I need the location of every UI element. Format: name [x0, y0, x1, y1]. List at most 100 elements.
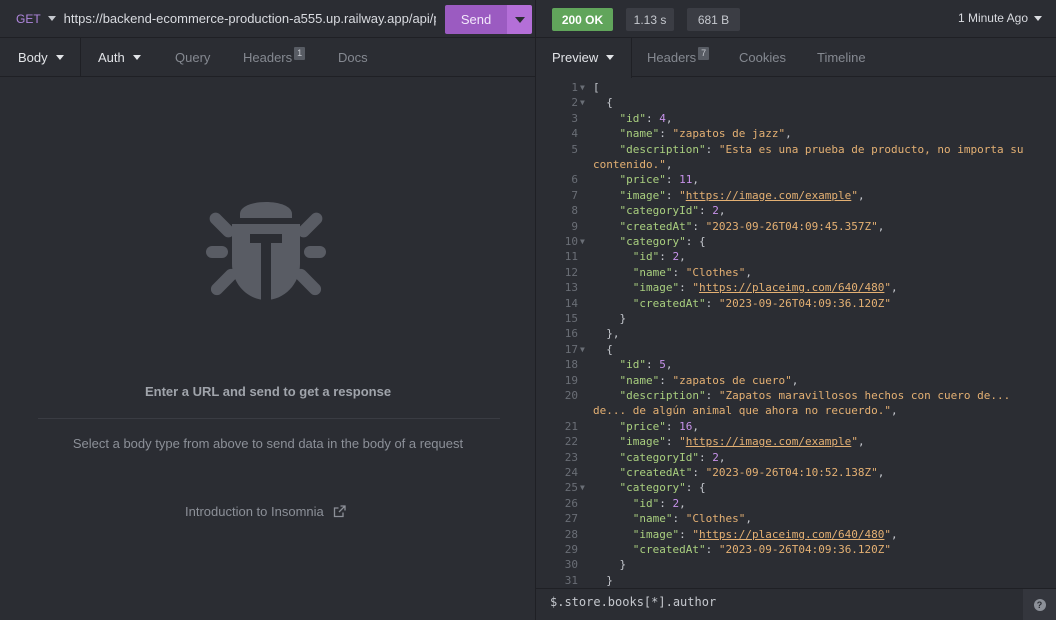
- code-text: "description": "Zapatos maravillosos hec…: [619, 389, 1011, 402]
- code-text: "categoryId": 2,: [619, 450, 726, 464]
- tab-query[interactable]: Query: [175, 38, 210, 77]
- code-text: "id": 2,: [632, 496, 686, 510]
- line-number: 30: [564, 558, 578, 572]
- line-number: 10: [564, 235, 578, 248]
- external-link-icon: [333, 505, 346, 518]
- status-badge: 200 OK: [552, 8, 613, 31]
- code-text: "id": 4,: [619, 111, 673, 125]
- code-text: },: [593, 327, 620, 341]
- intro-link[interactable]: Introduction to Insomnia: [185, 504, 346, 519]
- tab-body[interactable]: Body: [18, 38, 64, 77]
- line-number: 15: [564, 312, 578, 325]
- method-label: GET: [16, 11, 41, 26]
- tab-preview[interactable]: Preview: [552, 38, 615, 77]
- divider: [38, 418, 500, 419]
- code-text: "createdAt": "2023-09-26T04:09:45.357Z",: [619, 219, 885, 233]
- code-text: contenido.",: [593, 158, 673, 171]
- code-text: }: [593, 573, 613, 587]
- tab-body-label: Body: [18, 49, 48, 65]
- line-number: 2: [571, 96, 578, 110]
- empty-state-title: Enter a URL and send to get a response: [144, 384, 392, 399]
- response-body-viewer[interactable]: 1 ▼[2 ▼ {3 "id": 4, 4 "name": "zapatos de j…: [536, 80, 1056, 588]
- line-number: 9: [571, 219, 578, 233]
- chevron-down-icon: [47, 16, 56, 21]
- line-number: 4: [571, 127, 578, 141]
- tab-divider: [80, 38, 81, 77]
- tab-timeline-label: Timeline: [817, 50, 866, 65]
- intro-link-label: Introduction to Insomnia: [185, 504, 324, 519]
- method-dropdown[interactable]: GET: [0, 0, 56, 38]
- chevron-down-icon: [606, 55, 615, 60]
- tab-auth[interactable]: Auth: [98, 38, 141, 77]
- code-text: "createdAt": "2023-09-26T04:09:36.120Z": [632, 543, 892, 556]
- send-options-button[interactable]: [507, 5, 532, 34]
- code-text: de... de algún animal que ahora no recue…: [593, 404, 898, 418]
- code-text: "categoryId": 2,: [619, 204, 726, 218]
- bug-icon: [204, 186, 328, 314]
- code-text: "id": 5,: [619, 358, 673, 372]
- code-text: "image": "https://image.com/example",: [619, 435, 865, 449]
- line-number: 12: [564, 265, 578, 279]
- tab-docs[interactable]: Docs: [338, 38, 368, 77]
- code-text: "createdAt": "2023-09-26T04:10:52.138Z",: [619, 466, 885, 479]
- fold-toggle-icon[interactable]: ▼: [580, 95, 585, 110]
- line-number: 29: [564, 543, 578, 556]
- code-text: }: [593, 558, 627, 572]
- code-text: "name": "Clothes",: [632, 265, 752, 279]
- line-number: 1: [571, 81, 578, 94]
- help-button[interactable]: ?: [1023, 589, 1056, 620]
- line-number: 17: [564, 342, 578, 356]
- fold-toggle-icon[interactable]: ▼: [580, 480, 585, 495]
- code-text: "name": "zapatos de cuero",: [619, 373, 799, 387]
- code-text: "category": {: [619, 481, 706, 495]
- line-number: 14: [564, 296, 578, 310]
- code-text: "id": 2,: [632, 250, 686, 264]
- line-number: 6: [571, 173, 578, 187]
- line-number: 20: [564, 389, 578, 402]
- history-dropdown[interactable]: 1 Minute Ago: [958, 11, 1042, 25]
- code-text: "description": "Esta es una prueba de pr…: [619, 142, 1024, 156]
- filter-bar: $.store.books[*].author ?: [536, 588, 1056, 620]
- code-text: "name": "zapatos de jazz",: [619, 127, 792, 141]
- line-number: 22: [564, 435, 578, 449]
- tab-auth-label: Auth: [98, 49, 125, 65]
- chevron-down-icon: [132, 54, 141, 60]
- chevron-down-icon: [55, 54, 64, 60]
- fold-toggle-icon[interactable]: ▼: [580, 342, 585, 357]
- code-text: [: [593, 81, 600, 94]
- line-number: 8: [571, 204, 578, 218]
- history-label: 1 Minute Ago: [957, 11, 1028, 25]
- tab-cookies[interactable]: Cookies: [739, 38, 786, 77]
- line-number: 13: [564, 281, 578, 295]
- fold-toggle-icon[interactable]: ▼: [580, 234, 585, 249]
- chevron-down-icon: [1034, 15, 1042, 21]
- tab-docs-label: Docs: [338, 49, 368, 65]
- filter-input[interactable]: $.store.books[*].author: [550, 595, 716, 609]
- tab-query-label: Query: [175, 49, 211, 65]
- send-button[interactable]: Send: [445, 5, 507, 34]
- code-text: "category": {: [619, 235, 706, 248]
- line-number: 28: [564, 527, 578, 541]
- question-icon: ?: [1033, 599, 1046, 611]
- tab-timeline[interactable]: Timeline: [817, 38, 866, 77]
- tab-headers-label: Headers: [243, 49, 293, 65]
- url-input[interactable]: https://backend-ecommerce-production-a55…: [64, 11, 436, 26]
- line-number: 27: [564, 512, 578, 526]
- tab-cookies-label: Cookies: [739, 50, 786, 65]
- line-number: 24: [564, 466, 578, 479]
- line-number: 23: [564, 450, 578, 464]
- line-number: 19: [564, 373, 578, 387]
- line-number: 11: [564, 250, 578, 264]
- line-number: 5: [571, 142, 578, 156]
- tab-response-headers[interactable]: Headers 7: [647, 38, 710, 77]
- response-status-bar: 200 OK 1.13 s 681 B 1 Minute Ago: [536, 0, 1056, 38]
- line-number: 16: [564, 327, 578, 341]
- tab-preview-label: Preview: [552, 50, 599, 65]
- code-text: {: [593, 96, 613, 110]
- code-text: "createdAt": "2023-09-26T04:09:36.120Z": [632, 296, 892, 310]
- line-number: 31: [564, 573, 578, 587]
- fold-toggle-icon[interactable]: ▼: [580, 80, 585, 95]
- response-tabs: Preview Headers 7 Cookies Timeline: [536, 38, 1056, 77]
- chevron-down-icon: [514, 16, 525, 23]
- tab-headers[interactable]: Headers 1: [243, 38, 306, 77]
